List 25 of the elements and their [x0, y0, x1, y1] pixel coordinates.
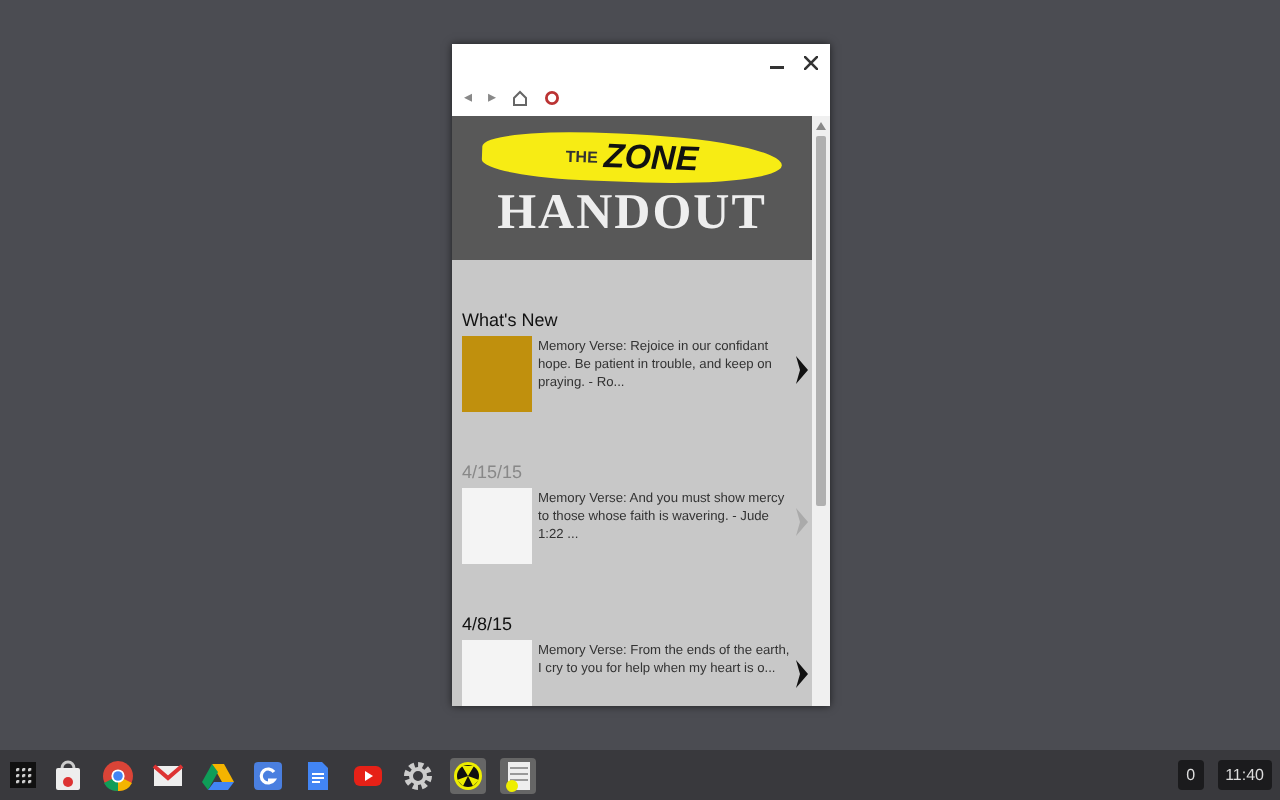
browser-icon[interactable]	[100, 757, 136, 793]
section-heading: 4/15/15	[462, 462, 525, 482]
scrollbar[interactable]	[812, 116, 830, 706]
launcher-button[interactable]	[10, 762, 36, 788]
forward-button[interactable]: ▸	[488, 90, 496, 106]
section-heading: 4/8/15	[462, 614, 515, 634]
close-icon[interactable]	[804, 55, 818, 69]
reload-icon[interactable]	[544, 90, 560, 106]
back-button[interactable]: ◂	[464, 90, 472, 106]
clock[interactable]: 11:40	[1217, 760, 1272, 790]
notification-count[interactable]: 0	[1178, 760, 1204, 790]
section-heading: What's New	[462, 310, 560, 330]
settings-icon[interactable]	[400, 757, 436, 793]
scrollbar-thumb[interactable]	[816, 136, 826, 506]
logo-text: THE	[565, 146, 599, 166]
scroll-up-icon[interactable]	[816, 122, 826, 130]
chevron-icon[interactable]	[796, 356, 808, 384]
chevron-icon[interactable]	[796, 660, 808, 688]
grid-icon[interactable]	[15, 767, 31, 783]
banner-title: HANDOUT	[497, 186, 767, 242]
radiation-icon[interactable]	[450, 757, 486, 793]
home-icon[interactable]	[512, 90, 528, 106]
document-icon[interactable]	[500, 757, 536, 793]
shopping-bag-icon[interactable]	[50, 757, 86, 793]
logo-text: ZONE	[603, 137, 699, 181]
